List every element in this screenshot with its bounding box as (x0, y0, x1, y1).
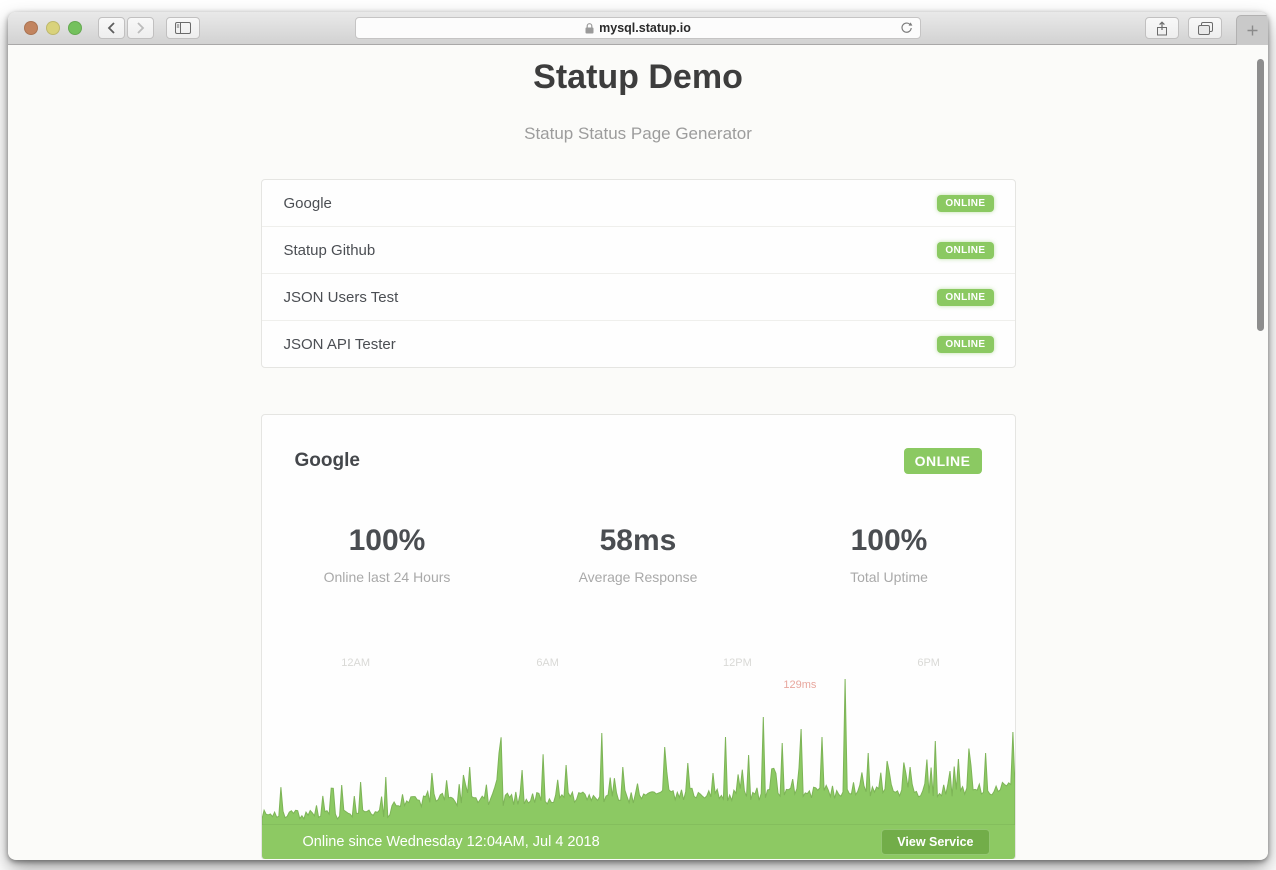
stat-value: 58ms (513, 524, 764, 558)
new-tab-plus-icon (1247, 25, 1258, 36)
stat-total-uptime: 100% Total Uptime (764, 524, 1015, 585)
stat-online-24h: 100% Online last 24 Hours (262, 524, 513, 585)
back-icon (107, 22, 116, 34)
service-stats: 100% Online last 24 Hours 58ms Average R… (262, 524, 1015, 585)
share-button[interactable] (1145, 17, 1179, 39)
forward-button[interactable] (127, 17, 154, 39)
toolbar-right-buttons (1145, 17, 1222, 39)
page-content: Statup Demo Statup Status Page Generator… (261, 45, 1016, 859)
service-detail-header: Google ONLINE (262, 415, 1015, 474)
service-row-json-users-test[interactable]: JSON Users Test ONLINE (262, 274, 1015, 321)
sidebar-toggle-button[interactable] (166, 17, 200, 39)
stat-label: Total Uptime (764, 569, 1015, 585)
axis-tick-label: 6PM (917, 657, 940, 669)
page-viewport: Statup Demo Statup Status Page Generator… (8, 45, 1268, 859)
browser-toolbar: mysql.statup.io (8, 12, 1268, 45)
window-traffic-lights (24, 21, 82, 35)
stat-value: 100% (764, 524, 1015, 558)
online-since-text: Online since Wednesday 12:04AM, Jul 4 20… (303, 834, 600, 850)
stat-value: 100% (262, 524, 513, 558)
service-row-statup-github[interactable]: Statup Github ONLINE (262, 227, 1015, 274)
service-name: JSON API Tester (284, 336, 396, 353)
minimize-window-button[interactable] (46, 21, 60, 35)
axis-tick-label: 12AM (341, 657, 370, 669)
back-button[interactable] (98, 17, 125, 39)
new-tab-button[interactable] (1236, 15, 1268, 45)
address-bar[interactable]: mysql.statup.io (355, 17, 921, 39)
stat-label: Average Response (513, 569, 764, 585)
share-icon (1156, 21, 1168, 36)
url-text: mysql.statup.io (599, 21, 691, 35)
page-subtitle: Statup Status Page Generator (261, 97, 1016, 144)
stat-average-response: 58ms Average Response (513, 524, 764, 585)
stat-label: Online last 24 Hours (262, 569, 513, 585)
service-row-google[interactable]: Google ONLINE (262, 180, 1015, 227)
zoom-window-button[interactable] (68, 21, 82, 35)
service-detail-status-badge: ONLINE (904, 448, 982, 474)
lock-icon (585, 23, 594, 34)
chart-area-path (262, 679, 1015, 825)
axis-tick-label: 12PM (723, 657, 752, 669)
refresh-button[interactable] (900, 21, 913, 35)
status-badge: ONLINE (937, 336, 993, 353)
view-service-button[interactable]: View Service (881, 829, 989, 855)
show-tabs-button[interactable] (1188, 17, 1222, 39)
page-title: Statup Demo (261, 45, 1016, 97)
scrollbar-thumb[interactable] (1257, 59, 1264, 331)
services-list-card: Google ONLINE Statup Github ONLINE JSON … (261, 179, 1016, 368)
browser-window: mysql.statup.io (8, 12, 1268, 860)
service-detail-footer: Online since Wednesday 12:04AM, Jul 4 20… (262, 825, 1015, 859)
service-name: Statup Github (284, 242, 376, 259)
close-window-button[interactable] (24, 21, 38, 35)
axis-tick-label: 6AM (536, 657, 559, 669)
nav-buttons (98, 17, 154, 39)
service-name: JSON Users Test (284, 289, 399, 306)
sidebar-icon (175, 22, 191, 34)
response-time-chart: 12AM6AM12PM6PM129ms (262, 655, 1015, 825)
status-badge: ONLINE (937, 289, 993, 306)
service-detail-card: Google ONLINE 100% Online last 24 Hours … (261, 414, 1016, 859)
service-detail-name: Google (295, 450, 360, 472)
service-name: Google (284, 195, 332, 212)
tabs-icon (1198, 22, 1213, 35)
service-row-json-api-tester[interactable]: JSON API Tester ONLINE (262, 321, 1015, 367)
forward-icon (136, 22, 145, 34)
chart-area-svg (262, 675, 1015, 825)
status-badge: ONLINE (937, 242, 993, 259)
status-badge: ONLINE (937, 195, 993, 212)
refresh-icon (900, 21, 913, 35)
